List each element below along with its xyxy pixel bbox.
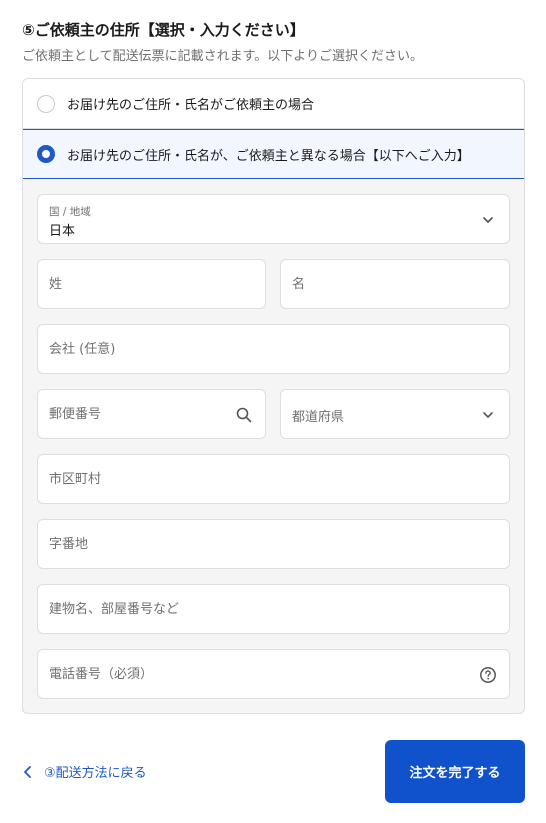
- prefecture-placeholder: 都道府県: [292, 410, 345, 425]
- option-same-as-shipping[interactable]: お届け先のご住所・氏名がご依頼主の場合: [23, 79, 524, 129]
- section-subtitle: ご依頼主として配送伝票に記載されます。以下よりご選択ください。: [22, 49, 424, 64]
- address-input[interactable]: [49, 520, 470, 568]
- postal-code-input[interactable]: [49, 390, 226, 438]
- last-name-field[interactable]: [37, 259, 266, 309]
- option-different-address-label: お届け先のご住所・氏名が、ご依頼主と異なる場合【以下へご入力】: [67, 148, 470, 164]
- company-field[interactable]: [37, 324, 510, 374]
- section-title: ⑤ご依頼主の住所【選択・入力ください】: [22, 21, 305, 39]
- complete-order-button[interactable]: 注文を完了する: [385, 740, 525, 803]
- phone-input[interactable]: [49, 650, 470, 698]
- option-different-address[interactable]: お届け先のご住所・氏名が、ご依頼主と異なる場合【以下へご入力】: [23, 129, 524, 179]
- chevron-left-icon: [24, 765, 31, 778]
- phone-field[interactable]: [37, 649, 510, 699]
- first-name-input[interactable]: [292, 260, 470, 308]
- radio-same-as-shipping[interactable]: [37, 94, 55, 113]
- city-field[interactable]: [37, 454, 510, 504]
- address-field[interactable]: [37, 519, 510, 569]
- city-input[interactable]: [49, 455, 470, 503]
- last-name-input[interactable]: [49, 260, 226, 308]
- first-name-field[interactable]: [280, 259, 510, 309]
- back-to-shipping-link[interactable]: ③配送方法に戻る: [22, 762, 147, 781]
- prefecture-select[interactable]: 都道府県: [280, 389, 510, 439]
- back-link-label: ③配送方法に戻る: [44, 766, 147, 781]
- country-value: 日本: [49, 224, 76, 239]
- building-input[interactable]: [49, 585, 470, 633]
- chevron-down-icon: [483, 412, 493, 418]
- chevron-down-icon: [483, 217, 493, 223]
- search-icon[interactable]: [235, 406, 253, 424]
- country-label: 国 / 地域: [49, 206, 91, 218]
- help-circle-icon[interactable]: [479, 666, 497, 684]
- billing-address-panel: お届け先のご住所・氏名がご依頼主の場合 お届け先のご住所・氏名が、ご依頼主と異な…: [22, 78, 525, 714]
- building-field[interactable]: [37, 584, 510, 634]
- country-select[interactable]: 国 / 地域 日本: [37, 194, 510, 244]
- company-input[interactable]: [49, 325, 470, 373]
- postal-code-field[interactable]: [37, 389, 266, 439]
- radio-different-address[interactable]: [37, 145, 55, 163]
- option-same-as-shipping-label: お届け先のご住所・氏名がご依頼主の場合: [67, 98, 315, 113]
